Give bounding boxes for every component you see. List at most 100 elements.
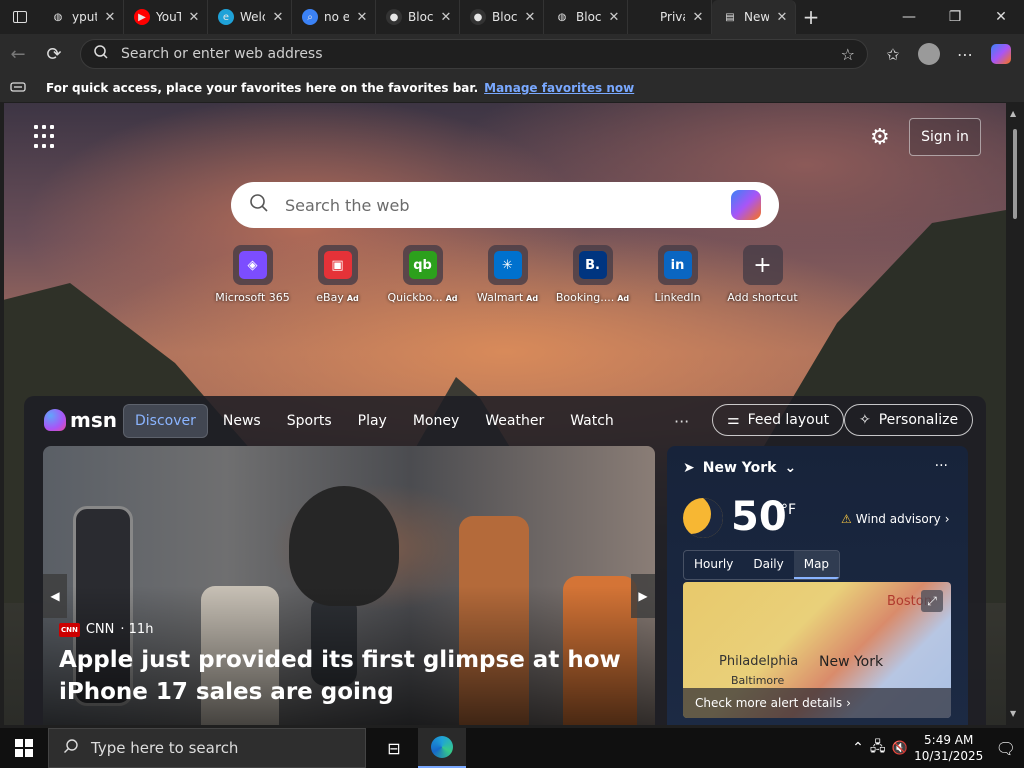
more-options-icon[interactable]: ··· [674, 412, 689, 431]
favorites-bar-icon [10, 81, 26, 96]
browser-tab[interactable]: ▤ New ✕ [712, 0, 796, 34]
expand-map-icon[interactable]: ⤢ [921, 590, 943, 612]
close-tab-icon[interactable]: ✕ [439, 10, 453, 25]
msn-tab-discover[interactable]: Discover [123, 404, 208, 438]
shortcut-tile[interactable]: ✳ Walmart Ad [465, 245, 550, 304]
favorites-icon[interactable]: ✩ [876, 37, 910, 71]
story-source: CNN CNN · 11h [59, 622, 153, 637]
search-icon [93, 44, 109, 64]
weather-map[interactable]: Boston Philadelphia New York Baltimore ⤢… [683, 582, 951, 718]
weather-more-icon[interactable]: ··· [935, 458, 948, 474]
copilot-icon[interactable] [984, 37, 1018, 71]
shortcut-tile[interactable]: qb Quickbo... Ad [380, 245, 465, 304]
profile-avatar[interactable] [912, 37, 946, 71]
msn-tab-watch[interactable]: Watch [559, 405, 625, 437]
weather-tab-daily[interactable]: Daily [743, 551, 793, 579]
tab-title: Bloc [492, 10, 517, 24]
shortcut-tile[interactable]: ▣ eBay Ad [295, 245, 380, 304]
msn-tab-sports[interactable]: Sports [276, 405, 343, 437]
clock[interactable]: 5:49 AM 10/31/2025 [914, 732, 984, 764]
shortcut-tile[interactable]: + Add shortcut [720, 245, 805, 304]
copilot-icon[interactable] [731, 190, 761, 220]
linkedin-icon: in [657, 245, 698, 285]
map-city-label: Philadelphia [719, 654, 799, 669]
browser-tab[interactable]: ● Bloc ✕ [460, 0, 544, 34]
msn-tab-news[interactable]: News [212, 405, 272, 437]
alert-details-label: Check more alert details [695, 696, 843, 710]
sign-in-button[interactable]: Sign in [909, 118, 981, 156]
weather-location[interactable]: ➤ New York ⌄ [683, 460, 796, 476]
tab-title: Bloc [576, 10, 601, 24]
ad-badge: Ad [445, 294, 458, 303]
volume-muted-icon[interactable]: 🔇 [892, 741, 908, 756]
msn-tab-weather[interactable]: Weather [474, 405, 555, 437]
app-launcher-icon[interactable] [34, 125, 58, 149]
wind-advisory-link[interactable]: ⚠ Wind advisory › [841, 512, 950, 526]
chevron-right-icon: › [846, 696, 851, 710]
next-story-button[interactable]: ▶ [631, 574, 655, 618]
address-bar[interactable]: Search or enter web address ☆ [80, 39, 868, 69]
shortcut-tile[interactable]: in LinkedIn [635, 245, 720, 304]
personalize-button[interactable]: ✧ Personalize [844, 404, 974, 436]
quickbooks-icon: qb [402, 245, 443, 285]
close-tab-icon[interactable]: ✕ [271, 10, 285, 25]
scroll-up-icon[interactable]: ▲ [1010, 109, 1016, 118]
weather-tab-hourly[interactable]: Hourly [684, 551, 743, 579]
gear-icon[interactable]: ⚙ [870, 125, 890, 150]
browser-tab[interactable]: e Welc ✕ [208, 0, 292, 34]
browser-tab[interactable]: ⌕ no e ✕ [292, 0, 376, 34]
taskbar-search[interactable]: Type here to search [48, 728, 366, 768]
windows-start-icon[interactable] [0, 728, 48, 768]
msn-tab-money[interactable]: Money [402, 405, 470, 437]
clock-time: 5:49 AM [924, 733, 974, 747]
tab-title: YouT [156, 10, 181, 24]
browser-tab[interactable]: ◍ Bloc ✕ [544, 0, 628, 34]
tab-strip: ◍ ypute ✕ ▶ YouT ✕ e Welc ✕ ⌕ no e ✕ ● Bloc ✕ ● Bloc ✕ ◍ Bl… [0, 0, 1024, 34]
msn-tab-play[interactable]: Play [347, 405, 398, 437]
favorites-bar: For quick access, place your favorites h… [0, 74, 1024, 102]
close-tab-icon[interactable]: ✕ [775, 10, 789, 25]
shortcut-label: Quickbo... [387, 291, 443, 304]
browser-tab[interactable]: ● Bloc ✕ [376, 0, 460, 34]
weather-tab-map[interactable]: Map [793, 551, 840, 579]
web-search-box[interactable]: Search the web [231, 182, 779, 228]
shortcut-tile[interactable]: B. Booking.... Ad [550, 245, 635, 304]
scroll-down-icon[interactable]: ▼ [1010, 709, 1016, 718]
chevron-up-icon[interactable]: ⌃ [852, 740, 864, 756]
new-tab-button[interactable]: + [796, 0, 826, 34]
restore-button[interactable]: ❐ [932, 0, 978, 34]
refresh-button[interactable]: ⟳ [36, 36, 72, 72]
story-headline[interactable]: Apple just provided its first glimpse at… [59, 644, 649, 708]
minimize-button[interactable]: — [886, 0, 932, 34]
tab-actions-icon[interactable] [0, 0, 40, 34]
manage-favorites-link[interactable]: Manage favorites now [484, 81, 634, 95]
browser-tab[interactable]: ◍ ypute ✕ [40, 0, 124, 34]
close-window-button[interactable]: ✕ [978, 0, 1024, 34]
globe-icon: ◍ [53, 11, 63, 23]
back-button[interactable]: ← [0, 36, 36, 72]
edge-taskbar-icon[interactable] [418, 728, 466, 768]
task-view-icon[interactable]: ⊟ [370, 728, 418, 768]
page-scrollbar[interactable]: ▲ ▼ [1010, 105, 1020, 720]
browser-tab[interactable]: Privacy e ✕ [628, 0, 712, 34]
browser-tab[interactable]: ▶ YouT ✕ [124, 0, 208, 34]
msn-logo[interactable]: msn [44, 408, 117, 432]
close-tab-icon[interactable]: ✕ [523, 10, 537, 25]
shortcut-tile[interactable]: ◈ Microsoft 365 [210, 245, 295, 304]
scrollbar-thumb[interactable] [1013, 129, 1017, 219]
settings-more-icon[interactable]: ⋯ [948, 37, 982, 71]
notifications-icon[interactable]: 🗨 [996, 739, 1016, 758]
favorite-star-icon[interactable]: ☆ [841, 45, 855, 64]
tab-title: ypute [72, 10, 97, 24]
previous-story-button[interactable]: ◀ [43, 574, 67, 618]
hero-story-card[interactable]: ◀ ▶ CNN CNN · 11h Apple just provided it… [43, 446, 655, 725]
close-tab-icon[interactable]: ✕ [187, 10, 201, 25]
close-tab-icon[interactable]: ✕ [691, 10, 705, 25]
feed-layout-button[interactable]: ⚌ Feed layout [712, 404, 845, 436]
close-tab-icon[interactable]: ✕ [607, 10, 621, 25]
close-tab-icon[interactable]: ✕ [103, 10, 117, 25]
shortcuts-row: ◈ Microsoft 365 ▣ eBay Ad qb Quickbo... Ad ✳ Walm… [210, 245, 805, 304]
close-tab-icon[interactable]: ✕ [355, 10, 369, 25]
network-icon[interactable]: 🖧 [870, 736, 886, 760]
alert-details-link[interactable]: Check more alert details › [683, 688, 951, 718]
